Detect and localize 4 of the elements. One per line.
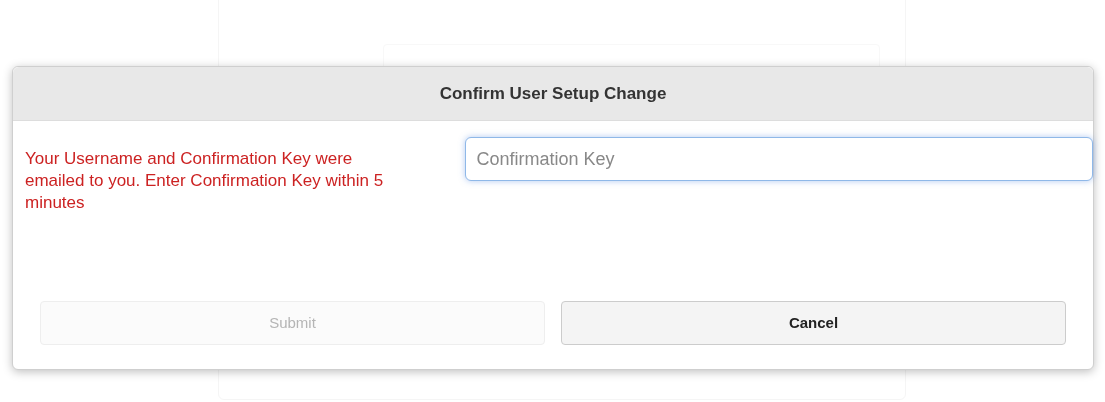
- dialog-button[interactable]: Cancel: [561, 301, 1066, 345]
- confirmation-message: Your Username and Confirmation Key were emailed to you. Enter Confirmation Key within 5 minutes: [25, 148, 385, 214]
- dialog-title: Confirm User Setup Change: [439, 82, 667, 105]
- confirmation-key-field[interactable]: Confirmation Key: [465, 137, 1093, 181]
